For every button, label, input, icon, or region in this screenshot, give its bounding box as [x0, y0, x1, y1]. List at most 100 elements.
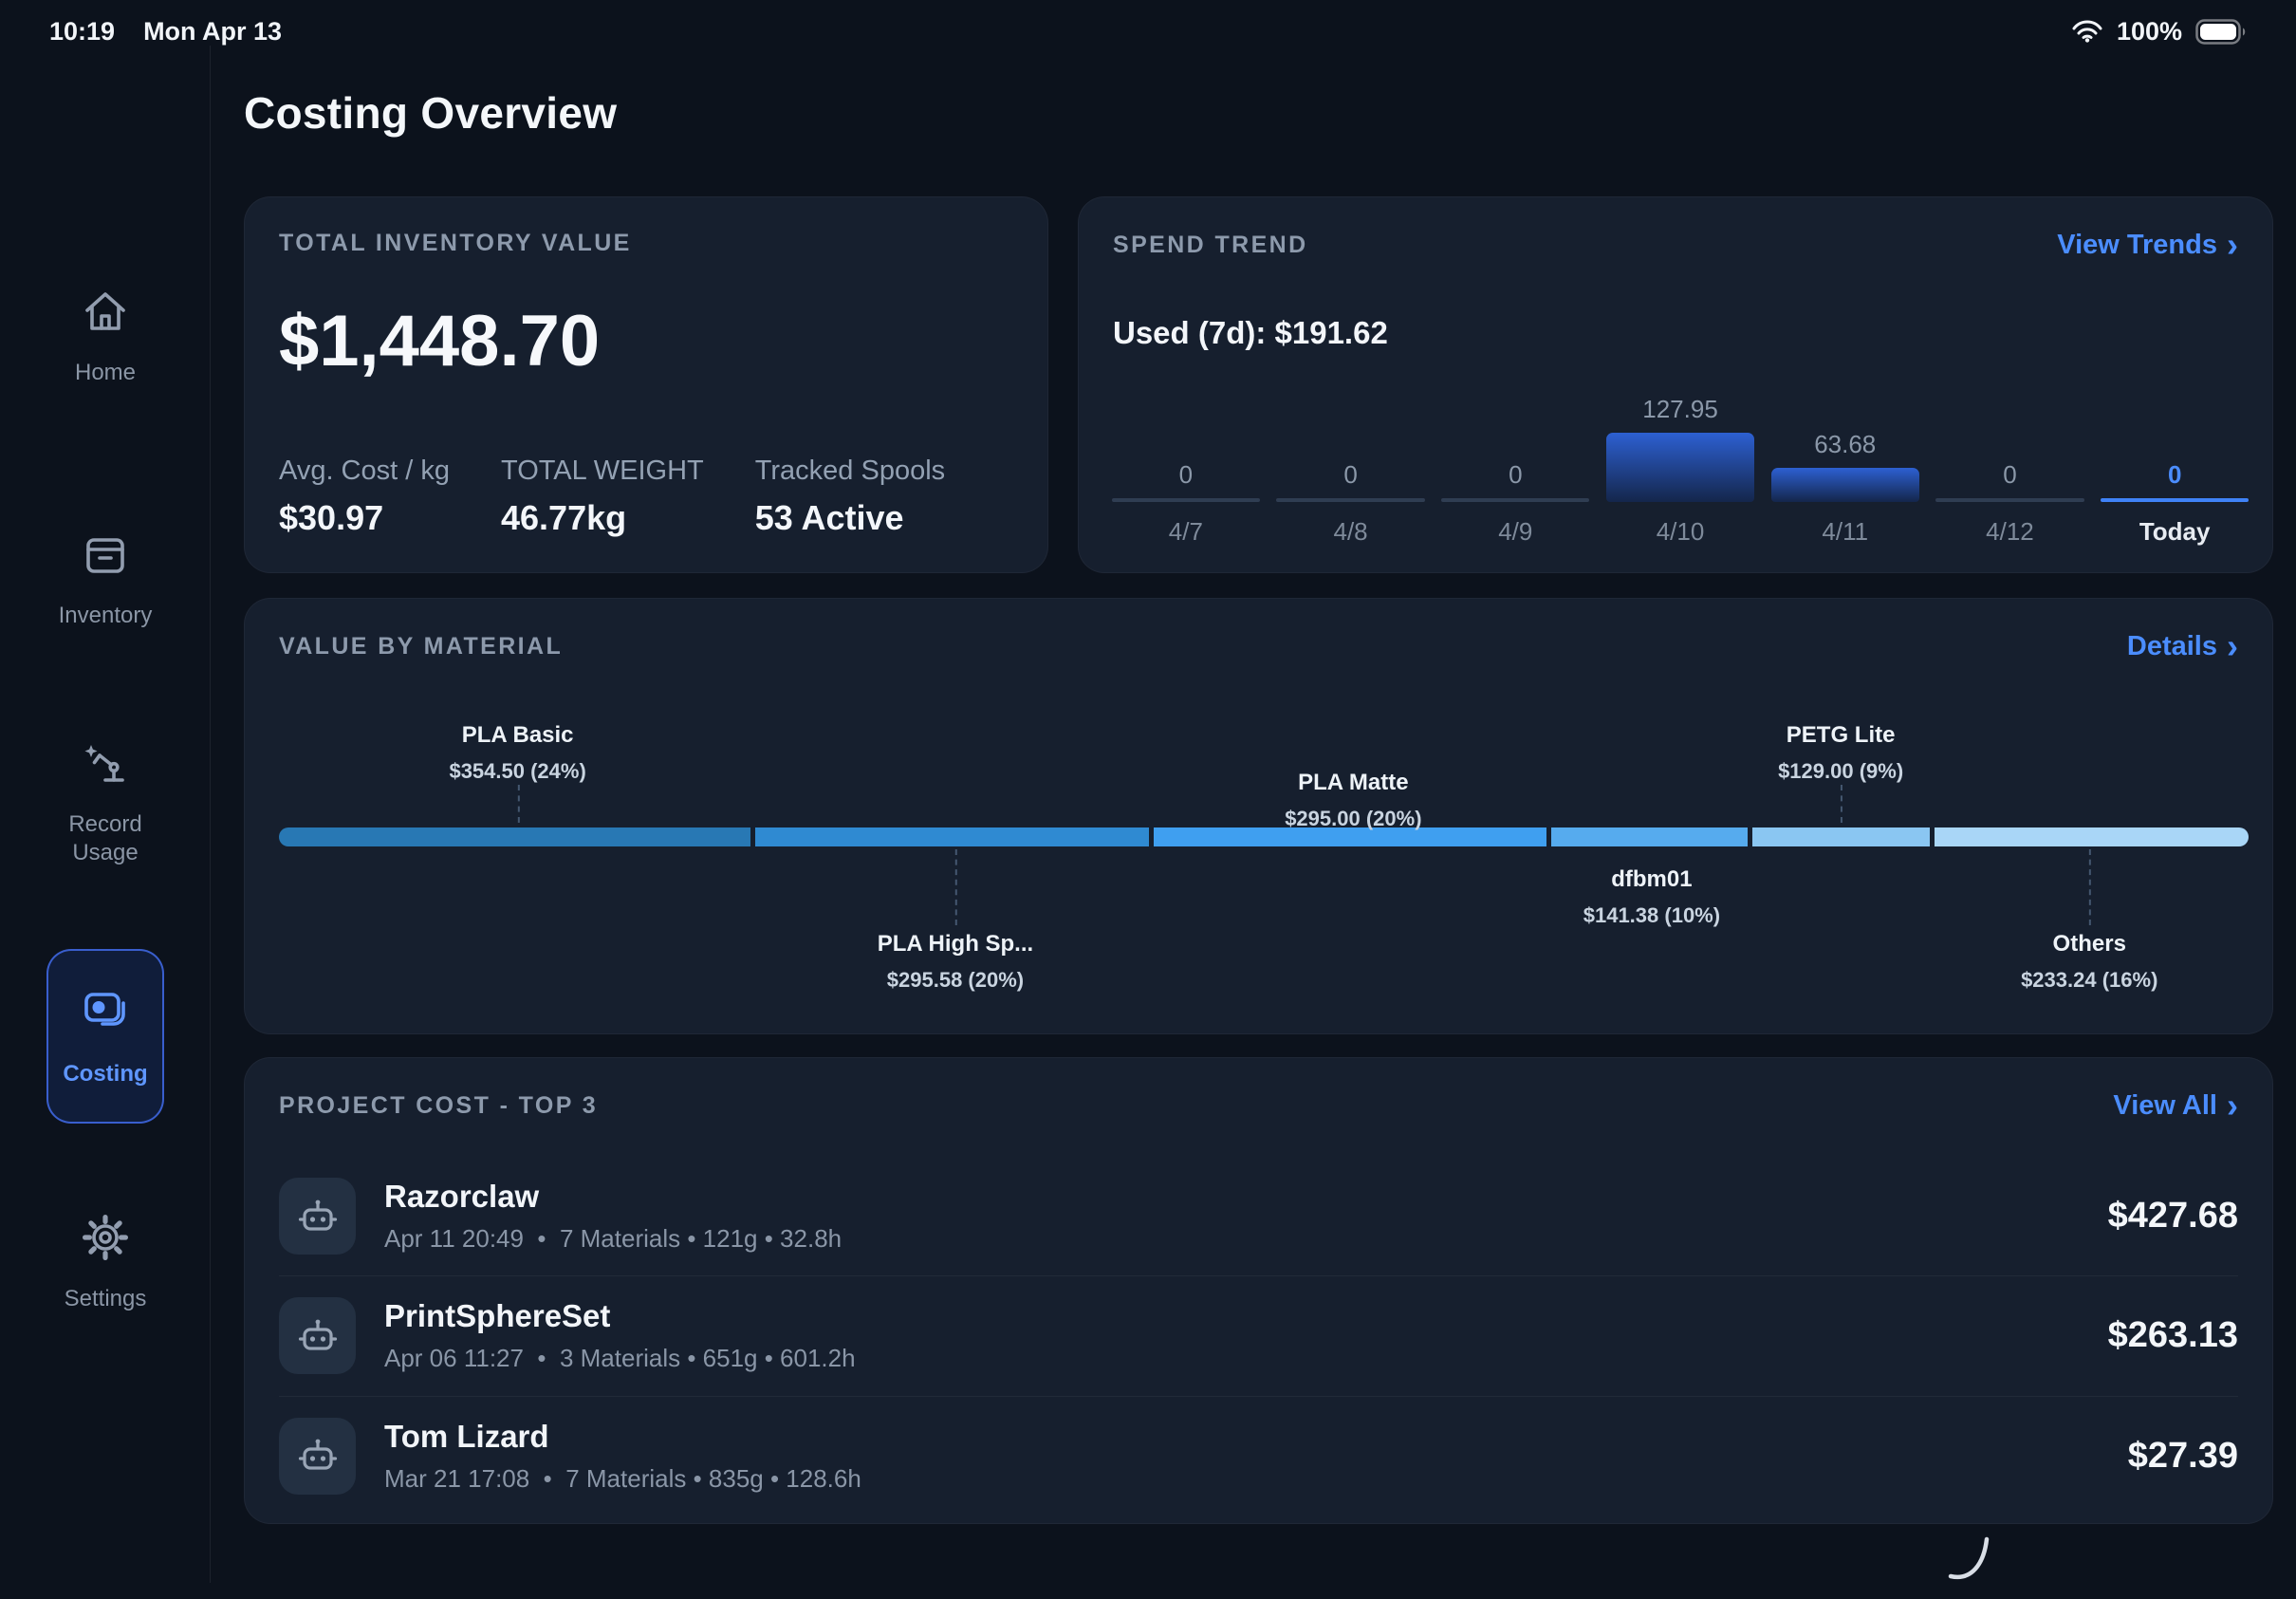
bar-segment	[1752, 827, 1929, 846]
project-cost: $263.13	[2108, 1315, 2238, 1356]
project-meta: Apr 11 20:49 • 7 Materials • 121g • 32.8…	[384, 1224, 842, 1254]
sidebar-item-label: Settings	[65, 1285, 147, 1313]
bar-segment	[279, 827, 750, 846]
bar-value-label: 0	[1179, 460, 1193, 490]
view-trends-link[interactable]: View Trends ›	[2057, 230, 2238, 261]
trend-bar	[1112, 498, 1260, 502]
segment-label: PLA Basic $354.50 (24%)	[449, 722, 585, 784]
trend-bar	[1441, 498, 1589, 502]
sidebar: Home Inventory Record Usage	[0, 0, 211, 1583]
status-bar: 10:19 Mon Apr 13 100%	[0, 0, 2296, 63]
segment-label: PLA High Sp... $295.58 (20%)	[878, 931, 1033, 993]
stacked-bar	[279, 827, 2249, 846]
x-axis-label: 4/10	[1657, 517, 1705, 546]
robot-arm-icon	[79, 736, 132, 790]
trend-bar	[1606, 433, 1754, 502]
robot-icon	[279, 1418, 356, 1495]
project-name: PrintSphereSet	[384, 1298, 856, 1334]
leader-line	[2089, 849, 2091, 925]
segment-label: dfbm01 $141.38 (10%)	[1583, 866, 1720, 928]
trend-column: 0 Today	[2092, 346, 2257, 546]
stat-avg-cost: Avg. Cost / kg $30.97	[279, 456, 450, 538]
card-title: VALUE BY MATERIAL	[279, 633, 563, 660]
sidebar-item-label: Home	[75, 359, 136, 387]
card-title: TOTAL INVENTORY VALUE	[279, 230, 632, 257]
robot-icon	[279, 1297, 356, 1374]
x-axis-label: Today	[2139, 517, 2211, 546]
trend-column: 0 4/7	[1103, 346, 1268, 546]
project-row[interactable]: Tom Lizard Mar 21 17:08 • 7 Materials • …	[279, 1396, 2238, 1515]
wifi-icon	[2071, 20, 2103, 43]
battery-icon	[2195, 19, 2247, 45]
stat-label: Tracked Spools	[755, 456, 945, 487]
segment-label: PLA Matte $295.00 (20%)	[1285, 770, 1421, 831]
trend-bar	[1935, 498, 2083, 502]
project-row[interactable]: PrintSphereSet Apr 06 11:27 • 3 Material…	[279, 1275, 2238, 1395]
sidebar-item-label: Inventory	[59, 602, 153, 630]
card-title: SPEND TREND	[1113, 232, 1308, 259]
trend-bar	[1771, 468, 1919, 502]
segment-label: PETG Lite $129.00 (9%)	[1778, 722, 1903, 784]
stat-tracked-spools: Tracked Spools 53 Active	[755, 456, 945, 538]
project-list: Razorclaw Apr 11 20:49 • 7 Materials • 1…	[279, 1157, 2238, 1515]
bar-value-label: 0	[1509, 460, 1522, 490]
trend-bar	[2101, 498, 2249, 502]
costing-card-icon	[79, 983, 132, 1043]
stat-value: 46.77kg	[501, 498, 704, 538]
spend-trend-card: SPEND TREND View Trends › Used (7d): $19…	[1078, 196, 2273, 573]
view-all-link[interactable]: View All ›	[2113, 1090, 2238, 1122]
x-axis-label: 4/7	[1169, 517, 1203, 546]
stat-value: 53 Active	[755, 498, 945, 538]
sidebar-item-inventory[interactable]: Inventory	[0, 528, 211, 630]
trend-column: 63.68 4/11	[1763, 346, 1928, 546]
sidebar-item-home[interactable]: Home	[0, 285, 211, 387]
page-title: Costing Overview	[244, 87, 617, 139]
battery-percent-label: 100%	[2117, 17, 2182, 46]
leader-line	[518, 785, 520, 823]
project-name: Tom Lizard	[384, 1419, 861, 1455]
sidebar-item-costing[interactable]: Costing	[46, 949, 164, 1124]
trend-column: 0 4/12	[1928, 346, 2093, 546]
spend-trend-chart: 0 4/7 0 4/8 0 4/9 127.95 4/10 63.68	[1103, 346, 2257, 546]
material-stacked-bar-chart: PLA Basic $354.50 (24%) PLA High Sp... $…	[279, 722, 2249, 1007]
x-axis-label: 4/12	[1986, 517, 2034, 546]
project-meta: Mar 21 17:08 • 7 Materials • 835g • 128.…	[384, 1464, 861, 1494]
bar-value-label: 0	[1343, 460, 1357, 490]
home-icon	[79, 285, 132, 338]
bar-segment	[1551, 827, 1748, 846]
details-link[interactable]: Details ›	[2127, 631, 2238, 662]
stat-label: TOTAL WEIGHT	[501, 456, 704, 487]
project-name: Razorclaw	[384, 1179, 842, 1215]
stat-total-weight: TOTAL WEIGHT 46.77kg	[501, 456, 704, 538]
chevron-right-icon: ›	[2227, 1092, 2238, 1120]
project-row[interactable]: Razorclaw Apr 11 20:49 • 7 Materials • 1…	[279, 1157, 2238, 1275]
project-meta: Apr 06 11:27 • 3 Materials • 651g • 601.…	[384, 1344, 856, 1373]
robot-icon	[279, 1178, 356, 1255]
sidebar-item-settings[interactable]: Settings	[0, 1211, 211, 1313]
inventory-box-icon	[79, 528, 132, 581]
trend-bar	[1276, 498, 1424, 502]
leader-line	[1841, 785, 1842, 823]
trend-column: 0 4/8	[1268, 346, 1434, 546]
main-content: Costing Overview TOTAL INVENTORY VALUE $…	[211, 63, 2296, 1583]
trend-column: 127.95 4/10	[1598, 346, 1763, 546]
sidebar-item-record-usage[interactable]: Record Usage	[0, 736, 211, 867]
total-inventory-value: $1,448.70	[279, 300, 600, 382]
trend-column: 0 4/9	[1433, 346, 1598, 546]
decorative-squiggle	[1943, 1534, 2000, 1599]
value-by-material-card: VALUE BY MATERIAL Details › PLA Basic $3…	[244, 598, 2273, 1034]
bar-value-label: 0	[2003, 460, 2016, 490]
bar-value-label: 0	[2168, 460, 2181, 490]
leader-line	[955, 849, 957, 925]
x-axis-label: 4/11	[1822, 517, 1868, 546]
x-axis-label: 4/9	[1498, 517, 1532, 546]
chevron-right-icon: ›	[2227, 232, 2238, 259]
x-axis-label: 4/8	[1334, 517, 1368, 546]
project-cost: $427.68	[2108, 1196, 2238, 1236]
bar-segment	[1935, 827, 2249, 846]
project-cost-card: PROJECT COST - TOP 3 View All ›	[244, 1057, 2273, 1524]
bar-segment	[755, 827, 1148, 846]
card-title: PROJECT COST - TOP 3	[279, 1092, 598, 1120]
segment-label: Others $233.24 (16%)	[2021, 931, 2157, 993]
bar-value-label: 63.68	[1814, 430, 1876, 459]
